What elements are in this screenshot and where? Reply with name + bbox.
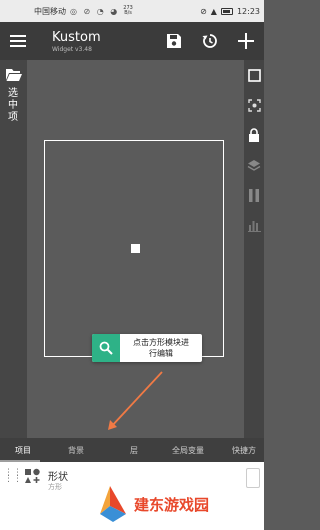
watermark-text: 建东游戏园 (134, 496, 210, 514)
item-name: 形状 (48, 472, 68, 483)
editor-tabs: 项目 背景 层 全局变量 快捷方 (0, 438, 264, 462)
drag-handle-icon[interactable]: ⋮⋮ ⋮⋮ (4, 469, 22, 484)
tab-layer[interactable]: 层 (130, 445, 138, 456)
tab-globals[interactable]: 全局变量 (172, 445, 204, 456)
tab-background[interactable]: 背景 (68, 445, 84, 456)
watermark: 建东游戏园 (66, 480, 256, 530)
tab-items[interactable]: 项目 (15, 445, 31, 456)
watermark-logo (100, 486, 126, 522)
tab-shortcuts[interactable]: 快捷方 (232, 445, 256, 456)
annotation-arrow (109, 371, 163, 429)
item-subtitle: 方形 (48, 483, 62, 491)
shapes-icon (25, 468, 40, 483)
